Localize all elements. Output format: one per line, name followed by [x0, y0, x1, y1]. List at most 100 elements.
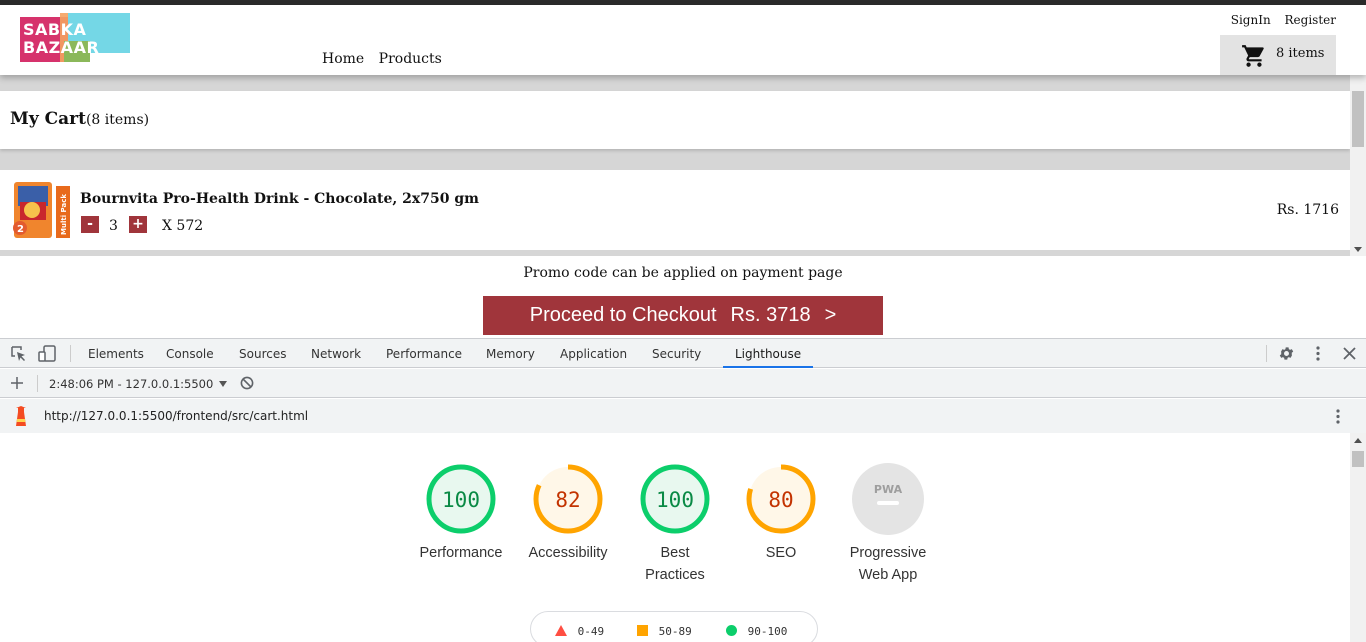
- gauge-score-value: 82: [555, 488, 580, 512]
- score-gauge-ring: 80: [746, 464, 816, 534]
- score-gauge[interactable]: 100 Performance: [406, 463, 516, 564]
- checkout-label: Proceed to Checkout: [529, 304, 717, 326]
- shopping-cart-icon: [1242, 45, 1264, 67]
- report-scrollbar-thumb[interactable]: [1352, 451, 1364, 467]
- tab-network[interactable]: Network: [311, 347, 361, 361]
- gauge-label: Performance: [419, 545, 503, 561]
- legend-item-pass: 90-100: [726, 625, 787, 638]
- gauge-background: [852, 463, 924, 535]
- quantity-value: 3: [109, 218, 118, 234]
- cart-title-count: (8 items): [85, 112, 150, 128]
- tab-lighthouse[interactable]: Lighthouse: [735, 347, 801, 361]
- legend-range-average: 50-89: [658, 625, 692, 638]
- product-image-bournvita: 2 Multi Pack: [13, 182, 70, 238]
- triangle-icon: [555, 625, 567, 636]
- nav-products-link[interactable]: Products: [379, 51, 442, 67]
- signin-link[interactable]: SignIn: [1231, 13, 1271, 27]
- inspect-element-icon[interactable]: [10, 345, 27, 362]
- score-gauge-ring: 82: [533, 464, 603, 534]
- cart-item: 2 Multi Pack Bournvita Pro-Health Drink …: [0, 170, 1350, 250]
- report-url: http://127.0.0.1:5500/frontend/src/cart.…: [44, 409, 309, 423]
- score-gauge[interactable]: PWA Progressive Web App: [833, 463, 943, 586]
- devtools-panel: Elements Console Sources Network Perform…: [0, 338, 1366, 642]
- score-gauge-ring: PWA: [852, 463, 924, 535]
- svg-text:Multi Pack: Multi Pack: [60, 194, 68, 235]
- tab-separator: [70, 345, 71, 362]
- gauge-score-value: 100: [656, 488, 694, 512]
- gauge-label: SEO: [765, 545, 797, 561]
- product-name: Bournvita Pro-Health Drink - Chocolate, …: [80, 191, 479, 207]
- gauge-score-value: 100: [442, 488, 480, 512]
- tab-performance[interactable]: Performance: [386, 347, 462, 361]
- cart-button[interactable]: 8 items: [1220, 35, 1336, 75]
- main-nav: Home Products: [322, 51, 452, 67]
- auth-links: SignIn Register: [1221, 13, 1336, 27]
- devtools-tab-bar: Elements Console Sources Network Perform…: [0, 339, 1366, 368]
- legend-range-pass: 90-100: [747, 625, 788, 638]
- score-gauge-ring: 100: [640, 464, 710, 534]
- chevron-right-icon: >: [824, 304, 837, 326]
- logo-text-line2: BAZAAR: [23, 38, 100, 57]
- lighthouse-logo-icon: [16, 406, 26, 426]
- cart-scrollbar[interactable]: [1350, 75, 1366, 256]
- tab-console[interactable]: Console: [166, 347, 214, 361]
- line-total: Rs. 1716: [1276, 202, 1339, 218]
- nav-home-link[interactable]: Home: [322, 51, 364, 67]
- dropdown-caret-icon: [219, 381, 228, 387]
- clear-block-icon[interactable]: [240, 376, 254, 390]
- cart-item-count: 8 items: [1276, 46, 1325, 61]
- tab-application[interactable]: Application: [560, 347, 627, 361]
- report-selector[interactable]: 2:48:06 PM - 127.0.0.1:5500: [49, 377, 228, 391]
- score-gauge[interactable]: 100 Best Practices: [620, 463, 730, 586]
- sabka-bazaar-logo[interactable]: SABKA BAZAAR: [20, 13, 130, 62]
- gauge-label: Accessibility: [528, 545, 608, 561]
- unit-price: X 572: [162, 218, 204, 234]
- cart-title-bar: My Cart(8 items): [0, 91, 1350, 149]
- legend-item-average: 50-89: [637, 625, 692, 638]
- cart-panel: My Cart(8 items) 2 Multi Pack Bournvita …: [0, 75, 1350, 256]
- tab-memory[interactable]: Memory: [486, 347, 535, 361]
- lighthouse-toolbar: 2:48:06 PM - 127.0.0.1:5500: [0, 369, 1366, 398]
- report-selector-value: 2:48:06 PM - 127.0.0.1:5500: [49, 377, 214, 391]
- increase-qty-button[interactable]: +: [129, 216, 147, 233]
- score-legend: 0-49 50-89 90-100: [530, 611, 818, 642]
- cart-scrollbar-thumb[interactable]: [1352, 91, 1364, 147]
- svg-text:2: 2: [17, 224, 24, 235]
- lighthouse-report: 100 Performance 82 Accessibility 100 Best Pra…: [0, 433, 1350, 642]
- active-tab-indicator: [723, 366, 813, 368]
- legend-item-fail: 0-49: [555, 625, 604, 638]
- checkout-amount: Rs. 3718: [730, 304, 811, 326]
- device-toolbar-icon[interactable]: [38, 345, 57, 362]
- scroll-up-arrow-icon[interactable]: [1354, 438, 1362, 443]
- toolbar-separator: [37, 375, 38, 392]
- tab-sources[interactable]: Sources: [239, 347, 286, 361]
- tab-security[interactable]: Security: [652, 347, 701, 361]
- score-gauge-ring: 100: [426, 464, 496, 534]
- report-url-bar: http://127.0.0.1:5500/frontend/src/cart.…: [0, 399, 1366, 433]
- report-menu-icon[interactable]: [1335, 408, 1341, 425]
- score-gauge[interactable]: 82 Accessibility: [513, 463, 623, 564]
- new-report-plus-icon[interactable]: [11, 377, 23, 389]
- logo-text-line1: SABKA: [23, 20, 87, 39]
- more-options-icon[interactable]: [1315, 345, 1321, 362]
- register-link[interactable]: Register: [1285, 13, 1336, 27]
- scroll-down-arrow-icon[interactable]: [1354, 247, 1362, 252]
- gauge-score-value: 80: [768, 488, 793, 512]
- decrease-qty-button[interactable]: -: [81, 216, 99, 233]
- pwa-badge-icon: PWA: [874, 483, 903, 496]
- settings-gear-icon[interactable]: [1278, 345, 1295, 362]
- promo-message: Promo code can be applied on payment pag…: [523, 265, 843, 281]
- pwa-dash-icon: [877, 501, 899, 505]
- circle-icon: [726, 625, 737, 636]
- gauge-label: Progressive Web App: [849, 545, 927, 583]
- cart-title-text: My Cart: [10, 109, 86, 129]
- site-header: SABKA BAZAAR Home Products SignIn Regist…: [0, 5, 1366, 75]
- report-scrollbar[interactable]: [1350, 433, 1366, 642]
- close-icon[interactable]: [1343, 347, 1356, 360]
- proceed-to-checkout-button[interactable]: Proceed to Checkout Rs. 3718 >: [483, 296, 883, 335]
- legend-range-fail: 0-49: [577, 625, 605, 638]
- tab-separator: [1266, 345, 1267, 362]
- tab-elements[interactable]: Elements: [88, 347, 144, 361]
- square-icon: [637, 625, 648, 636]
- score-gauge[interactable]: 80 SEO: [726, 463, 836, 564]
